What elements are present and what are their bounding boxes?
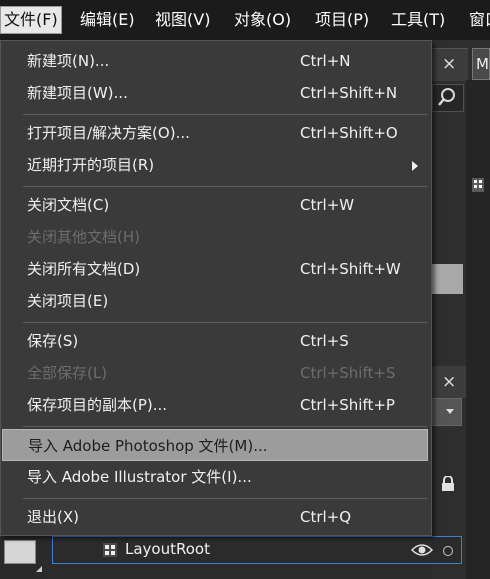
menu-item-shortcut: Ctrl+Shift+S	[300, 364, 396, 382]
menu-item-new-item[interactable]: 新建项(N)... Ctrl+N	[1, 45, 431, 77]
menu-item-open-project[interactable]: 打开项目/解决方案(O)... Ctrl+Shift+O	[1, 117, 431, 149]
menu-object[interactable]: 对象(O)	[234, 7, 291, 33]
menu-item-label: 保存(S)	[27, 332, 79, 350]
menu-item-label: 新建项目(W)...	[27, 84, 128, 102]
menu-item-close-other-documents: 关闭其他文档(H)	[1, 221, 431, 253]
menu-item-exit[interactable]: 退出(X) Ctrl+Q	[1, 501, 431, 533]
menu-item-label: 导入 Adobe Illustrator 文件(I)...	[27, 468, 252, 486]
menu-separator	[23, 114, 427, 115]
menu-item-close-project[interactable]: 关闭项目(E)	[1, 285, 431, 317]
menu-separator	[23, 498, 427, 499]
menu-item-save[interactable]: 保存(S) Ctrl+S	[1, 325, 431, 357]
menu-item-shortcut: Ctrl+Shift+W	[300, 260, 401, 278]
menu-item-shortcut: Ctrl+S	[300, 332, 349, 350]
menu-item-recent-projects[interactable]: 近期打开的项目(R)	[1, 149, 431, 181]
menu-separator	[23, 322, 427, 323]
panel-selected-block	[432, 264, 463, 294]
menu-item-save-all: 全部保存(L) Ctrl+Shift+S	[1, 357, 431, 389]
menu-item-label: 新建项(N)...	[27, 52, 110, 70]
panel-divider	[466, 80, 490, 579]
color-swatch[interactable]	[0, 536, 44, 579]
menu-edit[interactable]: 编辑(E)	[80, 7, 135, 33]
layer-name: LayoutRoot	[125, 540, 210, 558]
menu-item-label: 关闭其他文档(H)	[27, 228, 140, 246]
grid-icon	[103, 543, 117, 557]
grid-icon	[472, 178, 484, 192]
menu-item-shortcut: Ctrl+Q	[300, 508, 352, 526]
menu-item-close-document[interactable]: 关闭文档(C) Ctrl+W	[1, 189, 431, 221]
panel-tab-m[interactable]: M	[472, 48, 490, 80]
menu-separator	[23, 186, 427, 187]
submenu-arrow-icon	[412, 161, 418, 171]
menu-item-import-illustrator[interactable]: 导入 Adobe Illustrator 文件(I)...	[1, 461, 431, 493]
menu-item-label: 关闭所有文档(D)	[27, 260, 141, 278]
menu-separator	[23, 426, 427, 427]
menu-file[interactable]: 文件(F)	[0, 6, 62, 34]
menu-item-label: 近期打开的项目(R)	[27, 156, 155, 174]
menu-item-close-all-documents[interactable]: 关闭所有文档(D) Ctrl+Shift+W	[1, 253, 431, 285]
menu-item-label: 关闭文档(C)	[27, 196, 110, 214]
menu-bar: 文件(F) 编辑(E) 视图(V) 对象(O) 项目(P) 工具(T) 窗口	[0, 0, 490, 40]
menu-view[interactable]: 视图(V)	[155, 7, 210, 33]
menu-item-save-copy[interactable]: 保存项目的副本(P)... Ctrl+Shift+P	[1, 389, 431, 421]
layer-row[interactable]: LayoutRoot	[52, 536, 462, 564]
menu-item-label: 关闭项目(E)	[27, 292, 109, 310]
menu-item-new-project[interactable]: 新建项目(W)... Ctrl+Shift+N	[1, 77, 431, 109]
menu-item-shortcut: Ctrl+Shift+N	[300, 84, 398, 102]
menu-item-label: 保存项目的副本(P)...	[27, 396, 168, 414]
menu-item-label: 导入 Adobe Photoshop 文件(M)...	[28, 437, 268, 455]
menu-item-shortcut: Ctrl+N	[300, 52, 351, 70]
menu-item-label: 退出(X)	[27, 508, 79, 526]
menu-tools[interactable]: 工具(T)	[391, 7, 445, 33]
swatch-corner-icon	[36, 566, 42, 572]
dot-icon[interactable]	[443, 546, 453, 556]
file-menu: 新建项(N)... Ctrl+N 新建项目(W)... Ctrl+Shift+N…	[0, 40, 432, 536]
menu-item-label: 打开项目/解决方案(O)...	[27, 124, 190, 142]
menu-item-shortcut: Ctrl+Shift+O	[300, 124, 398, 142]
menu-item-shortcut: Ctrl+Shift+P	[300, 396, 395, 414]
chevron-down-icon[interactable]	[446, 409, 454, 414]
swatch-fill	[4, 540, 36, 564]
menu-window[interactable]: 窗口	[469, 7, 490, 33]
lock-icon[interactable]	[440, 475, 456, 492]
menu-item-label: 全部保存(L)	[27, 364, 108, 382]
search-icon[interactable]	[438, 87, 456, 107]
menu-item-import-photoshop[interactable]: 导入 Adobe Photoshop 文件(M)...	[2, 429, 428, 461]
close-icon[interactable]: ×	[442, 55, 458, 73]
menu-item-shortcut: Ctrl+W	[300, 196, 355, 214]
menu-project[interactable]: 项目(P)	[315, 7, 369, 33]
eye-icon[interactable]	[410, 543, 434, 557]
close-icon[interactable]: ×	[442, 373, 458, 391]
